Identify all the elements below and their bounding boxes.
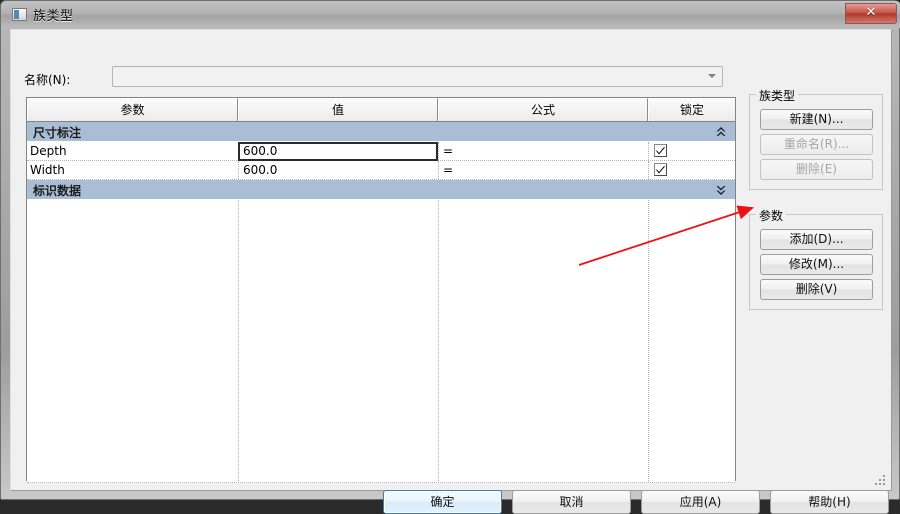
window-title: 族类型 bbox=[33, 9, 74, 24]
grid-header-row: 参数 值 公式 锁定 bbox=[27, 98, 735, 122]
column-divider bbox=[648, 200, 649, 483]
chevron-double-down-icon[interactable] bbox=[715, 183, 727, 197]
table-row[interactable]: Depth 600.0 = bbox=[27, 142, 735, 161]
cell-formula[interactable]: = bbox=[438, 142, 648, 160]
cell-value-editor[interactable]: 600.0 bbox=[238, 142, 438, 161]
groupbox-title: 参数 bbox=[756, 207, 787, 224]
chevron-double-up-icon[interactable] bbox=[715, 125, 727, 139]
cell-value[interactable]: 600.0 bbox=[238, 161, 438, 179]
column-divider bbox=[438, 200, 439, 483]
column-header-parameter[interactable]: 参数 bbox=[27, 98, 238, 121]
table-row[interactable]: Width 600.0 = bbox=[27, 161, 735, 180]
column-header-value[interactable]: 值 bbox=[238, 98, 438, 121]
column-header-formula[interactable]: 公式 bbox=[438, 98, 648, 121]
family-types-groupbox: 族类型 新建(N)... 重命名(R)... 删除(E) bbox=[749, 87, 883, 190]
remove-parameter-button[interactable]: 删除(V) bbox=[760, 279, 873, 300]
cell-formula[interactable]: = bbox=[438, 161, 648, 179]
grid-body: 尺寸标注 Depth 600.0 = Width 600.0 = 标识数据 bbox=[27, 122, 735, 483]
title-bar[interactable]: 族类型 ✕ bbox=[1, 1, 900, 28]
close-icon: ✕ bbox=[865, 5, 877, 20]
group-header-dimensions[interactable]: 尺寸标注 bbox=[27, 122, 735, 142]
column-header-lock[interactable]: 锁定 bbox=[648, 98, 735, 121]
rename-type-button: 重命名(R)... bbox=[760, 134, 873, 155]
resize-grip[interactable] bbox=[874, 474, 887, 487]
parameters-groupbox: 参数 添加(D)... 修改(M)... 删除(V) bbox=[749, 207, 883, 310]
new-type-button[interactable]: 新建(N)... bbox=[760, 109, 873, 130]
help-button[interactable]: 帮助(H) bbox=[770, 490, 889, 514]
name-label: 名称(N): bbox=[24, 73, 71, 87]
group-header-identity-data[interactable]: 标识数据 bbox=[27, 180, 735, 200]
add-parameter-button[interactable]: 添加(D)... bbox=[760, 229, 873, 250]
cell-parameter[interactable]: Depth bbox=[30, 142, 236, 160]
groupbox-title: 族类型 bbox=[756, 87, 799, 104]
group-label: 标识数据 bbox=[33, 184, 82, 198]
grid-empty-area[interactable] bbox=[27, 200, 735, 483]
chevron-down-icon bbox=[708, 74, 716, 78]
ok-button[interactable]: 确定 bbox=[383, 490, 502, 514]
family-types-dialog: 族类型 ✕ 名称(N): 参数 值 公式 锁定 尺寸标注 Depth 600.0… bbox=[0, 0, 900, 514]
modify-parameter-button[interactable]: 修改(M)... bbox=[760, 254, 873, 275]
delete-type-button: 删除(E) bbox=[760, 159, 873, 180]
lock-checkbox[interactable] bbox=[654, 144, 667, 157]
close-button[interactable]: ✕ bbox=[845, 3, 897, 24]
apply-button[interactable]: 应用(A) bbox=[641, 490, 760, 514]
group-label: 尺寸标注 bbox=[33, 126, 82, 140]
lock-checkbox[interactable] bbox=[654, 163, 667, 176]
cell-lock[interactable] bbox=[648, 161, 735, 179]
parameter-grid: 参数 值 公式 锁定 尺寸标注 Depth 600.0 = Width 600.… bbox=[26, 97, 736, 483]
window-icon bbox=[12, 8, 27, 21]
cancel-button[interactable]: 取消 bbox=[512, 490, 631, 514]
type-name-combo[interactable] bbox=[112, 66, 723, 87]
grid-bottom-edge bbox=[27, 482, 735, 483]
dialog-client-area: 名称(N): 参数 值 公式 锁定 尺寸标注 Depth 600.0 = Wid… bbox=[10, 29, 892, 514]
column-divider bbox=[238, 200, 239, 483]
cell-parameter[interactable]: Width bbox=[30, 161, 236, 179]
cell-lock[interactable] bbox=[648, 142, 735, 160]
